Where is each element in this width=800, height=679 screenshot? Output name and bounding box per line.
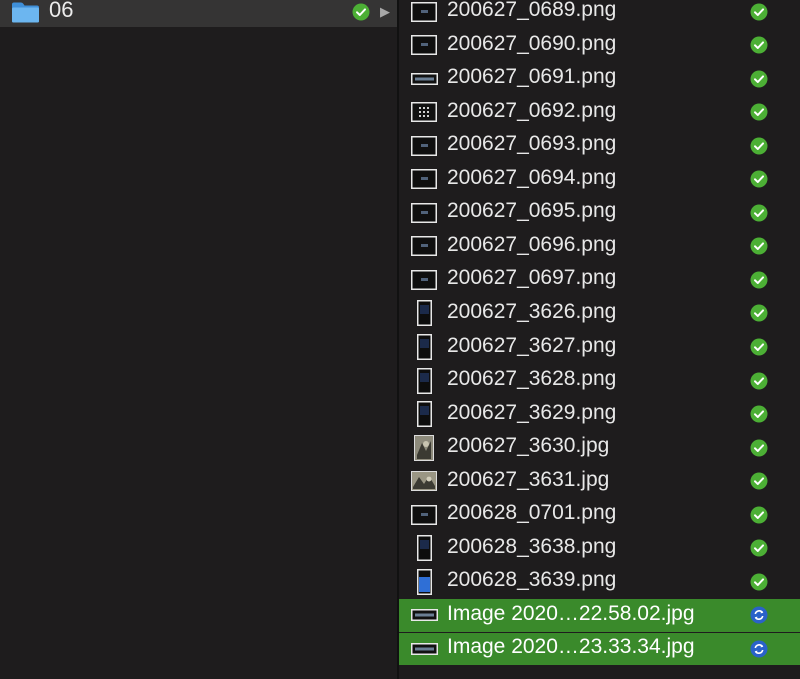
file-thumbnail-icon [416, 334, 432, 360]
synced-check-icon [750, 3, 768, 21]
folder-icon [11, 1, 40, 23]
file-row[interactable]: 200627_3629.png [399, 398, 800, 431]
synced-check-icon [750, 271, 768, 289]
file-name: Image 2020…22.58.02.jpg [447, 601, 695, 625]
syncing-status-icon [750, 640, 768, 658]
file-row[interactable]: 200627_0697.png [399, 263, 800, 296]
file-name: 200627_0693.png [447, 132, 617, 156]
synced-check-icon [750, 539, 768, 557]
synced-check-icon [750, 103, 768, 121]
file-thumbnail-icon [411, 471, 437, 492]
file-thumbnail-icon [411, 504, 437, 525]
file-name: 200627_0695.png [447, 199, 617, 223]
file-thumbnail-icon [410, 642, 438, 655]
file-row[interactable]: 200627_3627.png [399, 331, 800, 364]
file-name: 200627_0692.png [447, 98, 617, 122]
file-row[interactable]: 200627_0691.png [399, 62, 800, 95]
file-row[interactable]: Image 2020…22.58.02.jpg [399, 598, 800, 632]
file-thumbnail-icon [416, 568, 432, 595]
file-thumbnail-icon [411, 1, 437, 22]
file-thumbnail-icon [411, 35, 437, 56]
file-name: 200627_0697.png [447, 266, 617, 290]
syncing-status-icon [750, 606, 768, 624]
synced-check-icon [750, 304, 768, 322]
file-name: 200627_3629.png [447, 400, 617, 424]
file-name: 200627_3631.jpg [447, 467, 610, 491]
parent-column[interactable]: 06 ▶ [0, 0, 397, 679]
file-name: 200627_3628.png [447, 367, 617, 391]
synced-check-icon [750, 573, 768, 591]
file-thumbnail-icon [411, 169, 437, 190]
synced-check-icon [750, 36, 768, 54]
file-thumbnail-icon [411, 135, 437, 156]
file-name: Image 2020…23.33.34.jpg [447, 635, 695, 659]
file-name: 200627_0689.png [447, 0, 617, 21]
file-row[interactable]: 200628_3639.png [399, 565, 800, 598]
file-row[interactable]: 200627_0695.png [399, 196, 800, 229]
file-row[interactable]: 200627_3626.png [399, 297, 800, 330]
synced-check-icon [750, 70, 768, 88]
synced-check-icon [750, 170, 768, 188]
synced-check-icon [352, 3, 370, 21]
file-row[interactable]: 200627_0689.png [399, 0, 800, 28]
file-thumbnail-icon [414, 434, 434, 461]
file-name: 200628_0701.png [447, 501, 617, 525]
file-row[interactable]: 200627_0693.png [399, 129, 800, 162]
synced-check-icon [750, 439, 768, 457]
file-thumbnail-icon [416, 300, 432, 327]
file-name: 200627_3630.jpg [447, 434, 610, 458]
disclosure-triangle-icon[interactable]: ▶ [380, 5, 392, 19]
file-row[interactable]: 200628_0701.png [399, 498, 800, 531]
file-thumbnail-icon [411, 102, 437, 123]
synced-check-icon [750, 372, 768, 390]
file-name: 200627_0690.png [447, 31, 617, 55]
synced-check-icon [750, 405, 768, 423]
file-row[interactable]: 200627_0690.png [399, 29, 800, 62]
finder-window: 06 ▶ 200627_0689.png 200627_0690.png 20062… [0, 0, 800, 679]
folder-row-06[interactable]: 06 ▶ [0, 0, 397, 27]
file-thumbnail-icon [411, 269, 437, 290]
file-column[interactable]: 200627_0689.png 200627_0690.png 200627_069… [399, 0, 800, 679]
file-row[interactable]: 200627_0694.png [399, 163, 800, 196]
file-row[interactable]: 200627_3628.png [399, 364, 800, 397]
file-row[interactable]: 200628_3638.png [399, 532, 800, 565]
file-row[interactable]: 200627_0692.png [399, 96, 800, 129]
file-name: 200628_3639.png [447, 568, 617, 592]
file-thumbnail-icon [410, 72, 438, 85]
file-name: 200627_0691.png [447, 65, 617, 89]
synced-check-icon [750, 472, 768, 490]
synced-check-icon [750, 237, 768, 255]
file-thumbnail-icon [411, 202, 437, 223]
file-thumbnail-icon [410, 609, 438, 622]
synced-check-icon [750, 506, 768, 524]
file-row[interactable]: Image 2020…23.33.34.jpg [399, 632, 800, 666]
file-name: 200627_0694.png [447, 165, 617, 189]
file-thumbnail-icon [411, 236, 437, 257]
file-row[interactable]: 200627_3631.jpg [399, 465, 800, 498]
file-thumbnail-icon [416, 401, 432, 428]
file-thumbnail-icon [416, 535, 432, 562]
synced-check-icon [750, 204, 768, 222]
file-name: 200628_3638.png [447, 534, 617, 558]
file-row[interactable]: 200627_0696.png [399, 230, 800, 263]
file-thumbnail-icon [416, 367, 432, 394]
synced-check-icon [750, 338, 768, 356]
folder-name: 06 [49, 0, 74, 22]
synced-check-icon [750, 137, 768, 155]
file-name: 200627_3627.png [447, 333, 617, 357]
file-name: 200627_3626.png [447, 299, 617, 323]
file-row[interactable]: 200627_3630.jpg [399, 431, 800, 464]
file-name: 200627_0696.png [447, 232, 617, 256]
